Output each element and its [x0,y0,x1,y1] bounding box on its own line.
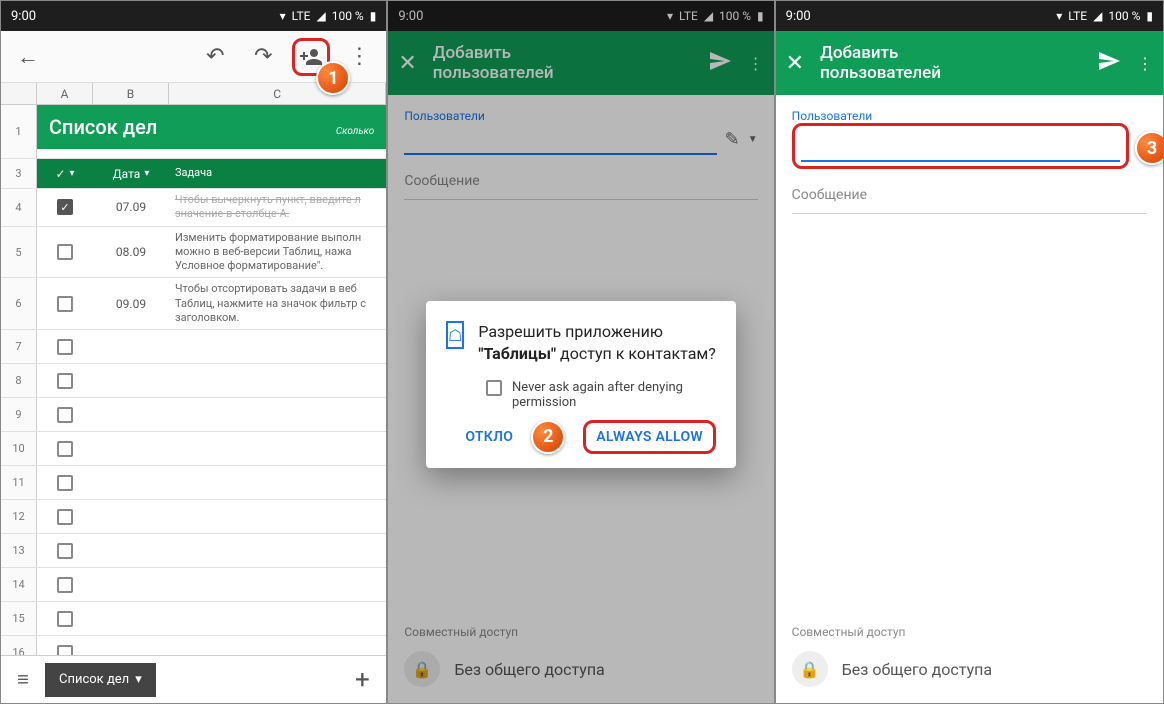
users-label: Пользователи [792,109,1147,123]
task-checkbox[interactable] [57,373,73,389]
never-ask-row[interactable]: Never ask again after denying permission [486,380,716,410]
col-header-a[interactable]: A [37,83,93,104]
status-bar: 9:00 ▾ LTE ◢ 100 % ▮ [1,1,386,31]
send-button[interactable] [1097,49,1121,77]
battery-icon: ▮ [1146,9,1153,23]
table-row[interactable]: 14 [1,568,386,602]
deny-button[interactable]: ОТКЛО [465,429,513,445]
task-checkbox[interactable] [57,543,73,559]
table-row[interactable]: 10 [1,432,386,466]
task-checkbox[interactable] [57,407,73,423]
table-row[interactable]: 7 [1,330,386,364]
screenshot-3: 9:00 ▾ LTE ◢ 100 % ▮ ✕ Добавить пользова… [776,1,1163,703]
signal-icon: ◢ [1093,9,1102,23]
access-label: Без общего доступа [842,660,992,679]
status-icons: ▾ LTE ◢ 100 % ▮ [1056,9,1153,23]
status-icons: ▾ LTE ◢ 100 % ▮ [280,9,377,23]
access-row[interactable]: 🔒 Без общего доступа [792,651,1147,687]
all-sheets-button[interactable]: ≡ [1,667,45,692]
screenshot-2: 9:00 ▾ LTE ◢ 100 % ▮ ✕ Добавить пользова… [388,1,775,703]
users-input[interactable] [801,130,1120,162]
battery-label: 100 % [332,9,364,23]
dialog-text: Разрешить приложению "Таблицы" доступ к … [478,321,716,366]
signal-icon: ◢ [316,9,325,23]
clock: 9:00 [786,9,811,24]
status-bar: 9:00 ▾ LTE ◢ 100 % ▮ [776,1,1163,31]
redo-button[interactable]: ↷ [244,38,282,76]
task-checkbox[interactable] [57,441,73,457]
col-header-b[interactable]: B [93,83,169,104]
task-checkbox[interactable] [57,199,73,215]
share-form: Пользователи ▼ 3 Сообщение [776,95,1163,228]
person-add-icon [299,45,323,69]
never-ask-label: Never ask again after denying permission [512,380,716,410]
sheet-tabs-bar: ≡ Список дел ▾ + [1,655,386,703]
send-icon [1097,49,1121,73]
task-checkbox[interactable] [57,509,73,525]
dropdown-icon: ▾ [135,672,142,687]
task-checkbox[interactable] [57,244,73,260]
allow-button[interactable]: ALWAYS ALLOW [583,420,716,454]
table-row[interactable]: 8 [1,364,386,398]
never-ask-checkbox[interactable] [486,380,502,396]
share-footer: Совместный доступ 🔒 Без общего доступа [776,609,1163,703]
table-row[interactable]: 9 [1,398,386,432]
overflow-menu-button[interactable]: ⋮ [1137,54,1153,73]
table-row[interactable]: 407.09Чтобы вычеркнуть пункт, введите л … [1,189,386,227]
title-row[interactable]: 1Список делСколько [1,105,386,159]
wifi-icon: ▾ [1056,9,1062,23]
battery-icon: ▮ [370,9,377,23]
task-checkbox[interactable] [57,296,73,312]
sheets-toolbar: ← ↶ ↷ 1 ⋮ [1,31,386,83]
table-row[interactable]: 508.09Изменить форматирование выполн мож… [1,227,386,279]
users-input-highlight [792,123,1129,169]
task-checkbox[interactable] [57,645,73,655]
table-row[interactable]: 15 [1,602,386,636]
message-input[interactable]: Сообщение [792,187,1147,214]
table-row[interactable]: 16 [1,636,386,655]
callout-badge-3: 3 [1135,131,1163,165]
col-header-c[interactable]: C [169,83,386,104]
contacts-icon: ☖ [446,321,464,349]
table-row[interactable]: 609.09Чтобы отсортировать задачи в веб Т… [1,278,386,330]
table-row[interactable]: 11 [1,466,386,500]
table-row[interactable]: 13 [1,534,386,568]
table-row[interactable]: 12 [1,500,386,534]
undo-button[interactable]: ↶ [196,38,234,76]
add-sheet-button[interactable]: + [338,665,386,695]
callout-badge-2: 2 [531,420,565,454]
screenshot-1: 9:00 ▾ LTE ◢ 100 % ▮ ← ↶ ↷ 1 ⋮ A B C 1Сп… [1,1,388,703]
net-label: LTE [292,9,311,23]
task-checkbox[interactable] [57,577,73,593]
net-label: LTE [1068,9,1087,23]
share-toolbar: ✕ Добавить пользователей ⋮ [776,31,1163,95]
permission-dialog: ☖ Разрешить приложению "Таблицы" доступ … [426,301,736,468]
spreadsheet[interactable]: A B C 1Список делСколько3✓ ▾Дата ▾Задача… [1,83,386,655]
battery-label: 100 % [1108,9,1140,23]
share-footer-title: Совместный доступ [792,625,1147,639]
back-button[interactable]: ← [9,38,47,76]
screen-title: Добавить пользователей [820,43,1081,83]
clock: 9:00 [11,9,36,24]
table-header-row[interactable]: 3✓ ▾Дата ▾Задача [1,159,386,189]
lock-icon: 🔒 [792,651,828,687]
sheet-tab-label: Список дел [59,672,129,687]
task-checkbox[interactable] [57,475,73,491]
task-checkbox[interactable] [57,611,73,627]
task-checkbox[interactable] [57,339,73,355]
sheet-tab[interactable]: Список дел ▾ [45,663,156,697]
wifi-icon: ▾ [280,9,286,23]
close-button[interactable]: ✕ [786,51,804,76]
